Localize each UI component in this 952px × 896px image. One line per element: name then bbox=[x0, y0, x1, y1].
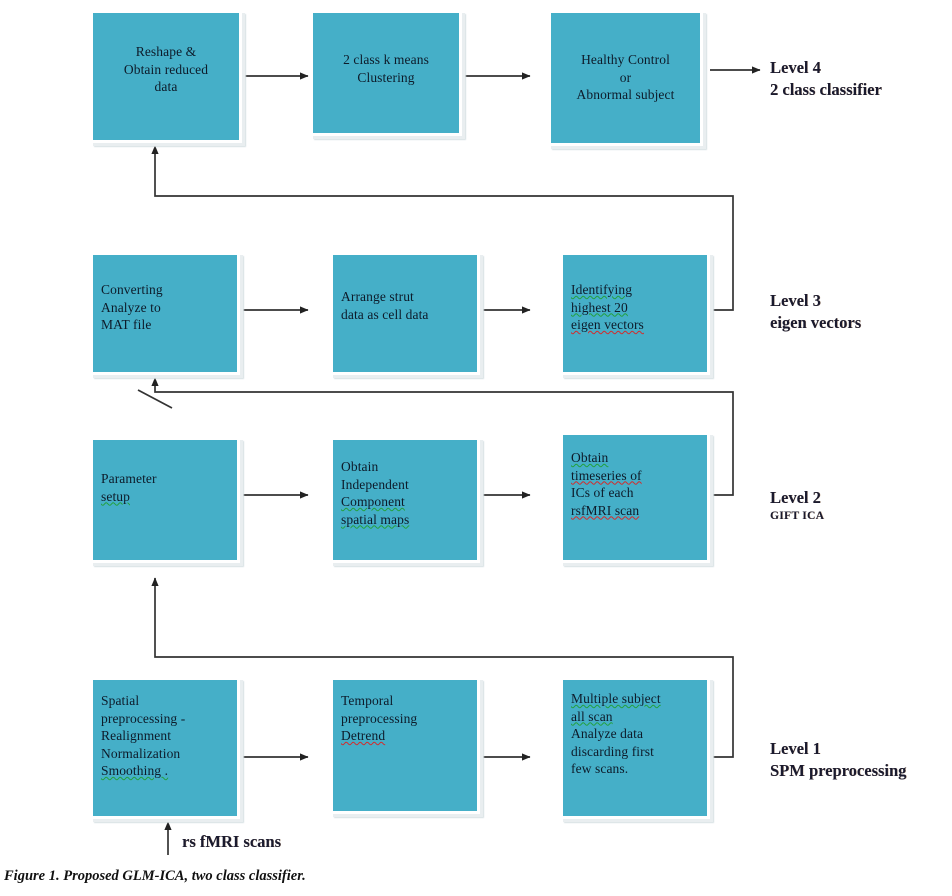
level-title: Level 3 bbox=[770, 291, 821, 310]
node-line: 2 class k means bbox=[343, 52, 429, 67]
node-line: Arrange strut bbox=[341, 289, 414, 304]
node-line: Clustering bbox=[357, 69, 415, 85]
figure-canvas: Reshape & Obtain reduced data 2 class k … bbox=[0, 0, 952, 896]
node-line: spatial maps bbox=[341, 511, 410, 527]
node-line: Parameter bbox=[101, 471, 157, 486]
node-line: data bbox=[154, 79, 178, 95]
node-line: Abnormal subject bbox=[576, 87, 675, 103]
node-line: rsfMRI scan bbox=[571, 502, 640, 518]
node-spatial-preprocessing[interactable]: Spatial preprocessing - Realignment Norm… bbox=[90, 677, 240, 819]
node-line: discarding first bbox=[571, 743, 654, 759]
node-line: Obtain bbox=[341, 459, 379, 474]
node-line: Component bbox=[341, 494, 405, 510]
node-parameter-setup[interactable]: Parameter setup bbox=[90, 437, 240, 563]
node-line: Normalization bbox=[101, 745, 181, 761]
node-line: Realignment bbox=[101, 728, 172, 744]
level-subtitle: SPM preprocessing bbox=[770, 761, 907, 781]
level-label-level-1: Level 1 SPM preprocessing bbox=[770, 738, 906, 783]
node-obtain-timeseries-of-ics-of-each-rsfmri-scan[interactable]: Obtain timeseries of ICs of each rsfMRI … bbox=[560, 432, 710, 563]
node-line: Identifying bbox=[571, 282, 633, 297]
node-line: few scans. bbox=[571, 761, 629, 777]
node-line: Multiple subject bbox=[571, 691, 661, 706]
node-line: setup bbox=[101, 488, 130, 504]
node-line: Analyze to bbox=[101, 299, 161, 315]
node-line: Analyze data bbox=[571, 726, 644, 742]
node-line: ICs of each bbox=[571, 485, 634, 501]
level-label-level-3: Level 3 eigen vectors bbox=[770, 290, 861, 335]
level-subtitle: GIFT ICA bbox=[770, 510, 825, 523]
node-multiple-subject-all-scan-analyze-data[interactable]: Multiple subject all scan Analyze data d… bbox=[560, 677, 710, 819]
node-line: Obtain reduced bbox=[123, 61, 209, 77]
level-subtitle: eigen vectors bbox=[770, 313, 862, 333]
slash-mark-icon bbox=[137, 389, 173, 409]
figure-caption: Figure 1. Proposed GLM-ICA, two class cl… bbox=[4, 868, 306, 884]
node-obtain-independent-component-spatial-maps[interactable]: Obtain Independent Component spatial map… bbox=[330, 437, 480, 563]
node-line: preprocessing bbox=[341, 710, 418, 726]
level-subtitle: 2 class classifier bbox=[770, 80, 882, 100]
node-line: all scan bbox=[571, 708, 613, 724]
node-line: Detrend bbox=[341, 728, 386, 744]
input-label-rs-fmri-scans: rs fMRI scans bbox=[182, 832, 281, 851]
node-temporal-preprocessing-detrend[interactable]: Temporal preprocessing Detrend bbox=[330, 677, 480, 814]
node-identifying-highest-20-eigen-vectors[interactable]: Identifying highest 20 eigen vectors bbox=[560, 252, 710, 375]
level-title: Level 2 bbox=[770, 488, 821, 507]
node-line: MAT file bbox=[101, 317, 152, 333]
level-label-level-4: Level 4 2 class classifier bbox=[770, 57, 882, 102]
node-line: Reshape & bbox=[135, 44, 197, 59]
node-line: Smoothing . bbox=[101, 763, 169, 779]
node-arrange-strut-data-as-cell-data[interactable]: Arrange strut data as cell data bbox=[330, 252, 480, 375]
node-line: or bbox=[619, 69, 632, 85]
node-line: preprocessing - bbox=[101, 710, 186, 726]
node-line: Healthy Control bbox=[581, 52, 670, 67]
node-line: data as cell data bbox=[341, 306, 429, 322]
node-line: timeseries of bbox=[571, 467, 642, 483]
node-reshape-obtain-reduced-data[interactable]: Reshape & Obtain reduced data bbox=[90, 10, 242, 143]
node-healthy-control-or-abnormal-subject[interactable]: Healthy Control or Abnormal subject bbox=[548, 10, 703, 146]
node-line: Obtain bbox=[571, 450, 609, 465]
level-label-level-2: Level 2 GIFT ICA bbox=[770, 487, 824, 525]
node-converting-analyze-to-mat-file[interactable]: Converting Analyze to MAT file bbox=[90, 252, 240, 375]
node-two-class-k-means-clustering[interactable]: 2 class k means Clustering bbox=[310, 10, 462, 136]
node-line: Converting bbox=[101, 282, 163, 297]
node-line: eigen vectors bbox=[571, 317, 644, 333]
node-line: Independent bbox=[341, 476, 409, 492]
level-title: Level 1 bbox=[770, 739, 821, 758]
node-line: highest 20 bbox=[571, 299, 628, 315]
level-title: Level 4 bbox=[770, 58, 821, 77]
node-line: Temporal bbox=[341, 693, 394, 708]
node-line: Spatial bbox=[101, 693, 140, 708]
